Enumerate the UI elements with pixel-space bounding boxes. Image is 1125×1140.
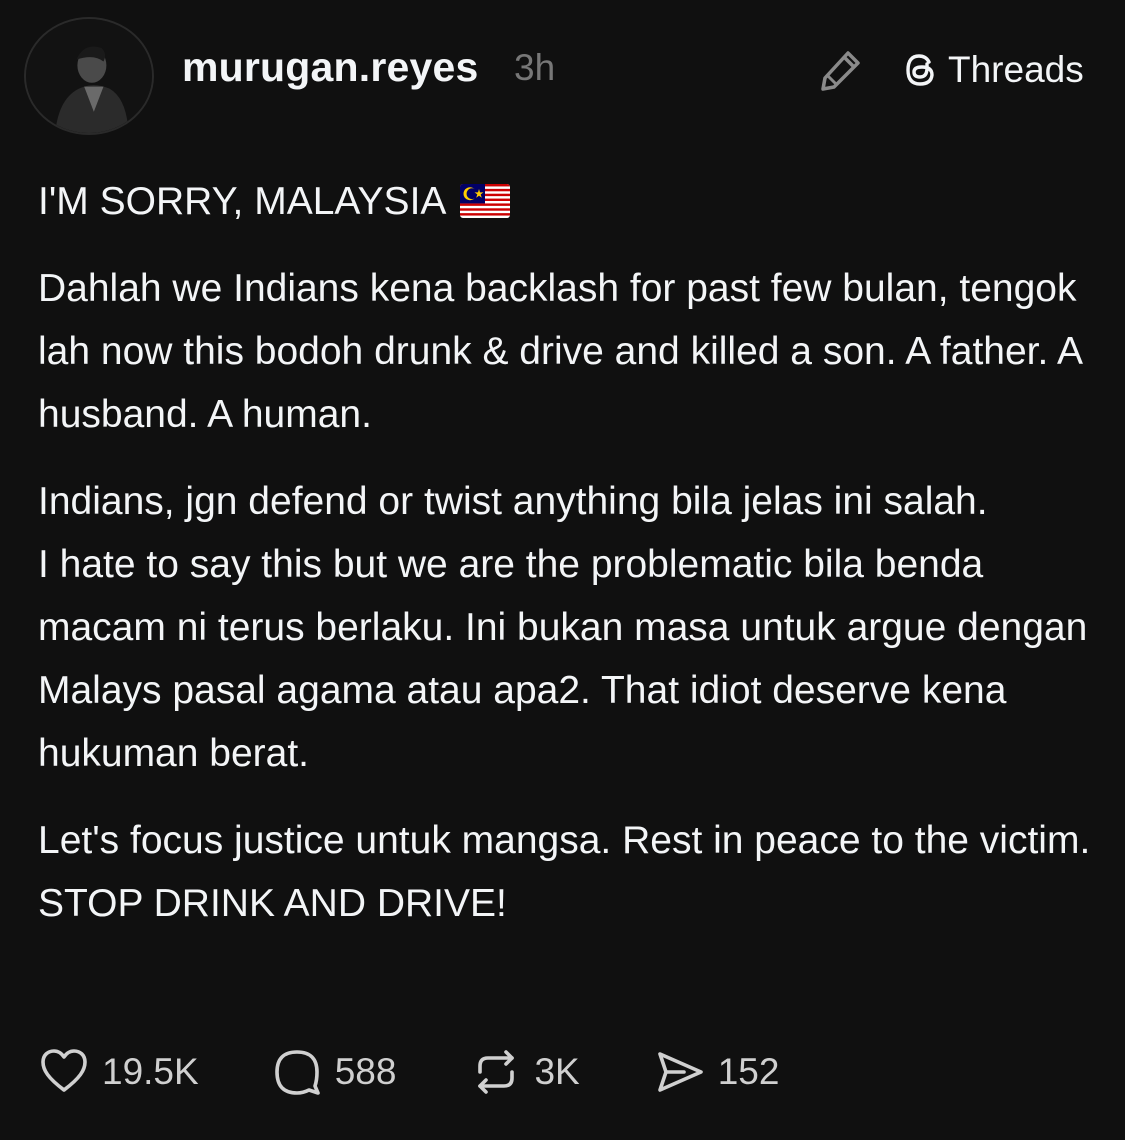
send-icon bbox=[657, 1052, 703, 1092]
avatar-photo bbox=[26, 19, 152, 133]
post-body: I'M SORRY, MALAYSIA Dahlah we Indians ke… bbox=[38, 170, 1098, 959]
threads-label: Threads bbox=[948, 49, 1084, 90]
threads-badge[interactable]: Threads bbox=[900, 48, 1084, 92]
post-paragraph-1: Dahlah we Indians kena backlash for past… bbox=[38, 267, 1081, 436]
comment-button[interactable]: 588 bbox=[271, 1046, 397, 1098]
post-header: murugan.reyes 3h Threads bbox=[0, 0, 1125, 140]
share-button[interactable]: 152 bbox=[654, 1046, 780, 1098]
pencil-icon[interactable] bbox=[818, 45, 866, 93]
heart-icon bbox=[41, 1049, 87, 1092]
post-time: 3h bbox=[514, 47, 556, 88]
repost-icon bbox=[478, 1050, 515, 1094]
share-count: 152 bbox=[717, 1051, 780, 1092]
post-paragraph-2: Indians, jgn defend or twist anything bi… bbox=[38, 480, 988, 523]
repost-button[interactable]: 3K bbox=[470, 1046, 580, 1098]
post-paragraph-3: I hate to say this but we are the proble… bbox=[38, 543, 1088, 775]
repost-count: 3K bbox=[534, 1051, 580, 1092]
like-button[interactable]: 19.5K bbox=[38, 1046, 199, 1098]
malaysia-flag-icon bbox=[460, 184, 511, 218]
post-title: I'M SORRY, MALAYSIA bbox=[38, 180, 447, 223]
comment-count: 588 bbox=[334, 1051, 397, 1092]
comment-icon bbox=[274, 1050, 320, 1095]
post-actions: 19.5K 588 3K 152 bbox=[38, 1046, 851, 1098]
post-title-line: I'M SORRY, MALAYSIA bbox=[38, 170, 1098, 233]
threads-logo-icon bbox=[906, 54, 934, 86]
avatar[interactable] bbox=[24, 17, 154, 135]
post-paragraph-4: Let's focus justice untuk mangsa. Rest i… bbox=[38, 819, 1091, 925]
username[interactable]: murugan.reyes bbox=[182, 44, 479, 91]
like-count: 19.5K bbox=[102, 1051, 199, 1092]
